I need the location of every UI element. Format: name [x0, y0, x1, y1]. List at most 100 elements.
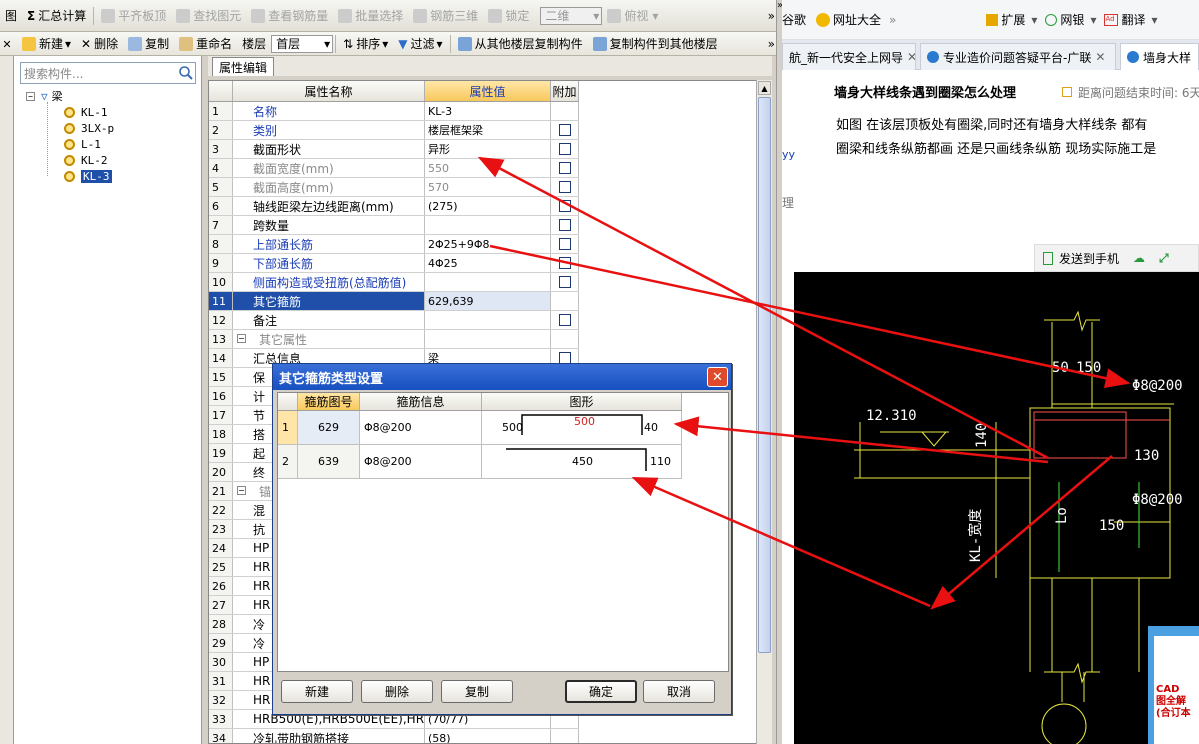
property-value-cell[interactable]: 异形	[425, 140, 551, 158]
view-angle-button[interactable]: 俯视 ▾	[602, 5, 663, 27]
copy-from-floor-button[interactable]: 从其他楼层复制构件	[453, 33, 588, 55]
ad-banner[interactable]: CAD 图全解 (合订本	[1148, 626, 1199, 744]
checkbox[interactable]	[558, 276, 571, 288]
expand-icon[interactable]: ⤢	[1159, 251, 1169, 266]
tree-item-kl1[interactable]: KL-1	[64, 104, 108, 120]
view-rebar-button[interactable]: 查看钢筋量	[246, 5, 333, 27]
stirrup-info-cell[interactable]: Φ8@200	[360, 445, 482, 478]
tab-qa-platform[interactable]: 专业造价问题答疑平台-广联 ✕	[920, 43, 1116, 70]
stirrup-code-cell[interactable]: 639	[298, 445, 360, 478]
stirrup-row-2[interactable]: 2 639 Φ8@200 450 110	[278, 445, 682, 479]
send-to-phone-button[interactable]: 发送到手机	[1059, 250, 1119, 267]
copy-button[interactable]: 复制	[123, 33, 174, 55]
stirrup-code-cell[interactable]: 629	[298, 411, 360, 444]
property-value-cell[interactable]: 550	[425, 159, 551, 177]
property-value-cell[interactable]: 4Φ25	[425, 254, 551, 272]
property-value-cell[interactable]	[425, 216, 551, 234]
property-value-cell[interactable]: 570	[425, 178, 551, 196]
property-row[interactable]: 34 冷轧带肋钢筋搭接 (58)	[209, 729, 579, 743]
dialog-delete-button[interactable]: 删除	[361, 680, 433, 703]
tree-item-kl2[interactable]: KL-2	[64, 152, 108, 168]
sort-button[interactable]: ⇅ 排序 ▾	[338, 33, 393, 55]
scroll-up-icon[interactable]: ▲	[758, 81, 771, 95]
property-row[interactable]: 5 截面高度(mm) 570	[209, 178, 579, 197]
bank-button[interactable]: 网银	[1060, 11, 1084, 28]
dialog-cancel-button[interactable]: 取消	[643, 680, 715, 703]
property-row[interactable]: 12 备注	[209, 311, 579, 330]
checkbox[interactable]	[558, 143, 571, 155]
tree-item-kl3[interactable]: KL-3	[64, 168, 112, 184]
property-value-cell[interactable]: (58)	[425, 729, 551, 743]
delete-button[interactable]: ✕ 删除	[76, 33, 123, 55]
stirrup-shape-cell[interactable]: 500 500 40	[482, 411, 682, 444]
property-value-cell[interactable]: (275)	[425, 197, 551, 215]
toolbar-item-graph[interactable]: 图	[0, 5, 22, 27]
batch-select-button[interactable]: 批量选择	[333, 5, 408, 27]
filter-button[interactable]: ▼ 过滤 ▾	[393, 33, 447, 55]
property-value-cell[interactable]	[425, 330, 551, 348]
sum-calc-button[interactable]: Σ 汇总计算	[22, 5, 91, 27]
property-row[interactable]: 6 轴线距梁左边线距离(mm) (275)	[209, 197, 579, 216]
tab-nav[interactable]: 航_新一代安全上网导✕	[782, 43, 916, 70]
dialog-copy-button[interactable]: 复制	[441, 680, 513, 703]
stirrup-row-1[interactable]: 1 629 Φ8@200 500 500 40	[278, 411, 682, 445]
scroll-thumb[interactable]	[758, 97, 771, 653]
property-row[interactable]: 1 名称 KL-3	[209, 102, 579, 121]
stirrup-info-cell[interactable]: Φ8@200	[360, 411, 482, 444]
extension-button[interactable]: 扩展	[1001, 11, 1025, 28]
checkbox[interactable]	[558, 257, 571, 269]
property-row[interactable]: 3 截面形状 异形	[209, 140, 579, 159]
property-row[interactable]: 8 上部通长筋 2Φ25+9Φ8	[209, 235, 579, 254]
checkbox[interactable]	[558, 162, 571, 174]
cloud-icon[interactable]: ☁	[1133, 251, 1145, 265]
tab-property-edit[interactable]: 属性编辑	[212, 57, 275, 76]
collapse-icon[interactable]: −	[237, 334, 246, 343]
property-value-cell[interactable]	[425, 273, 551, 291]
view-mode-select[interactable]: 二维 ▾	[540, 6, 603, 25]
chevron-icon[interactable]: »	[889, 13, 896, 27]
tree-root-beam[interactable]: − ▽ 梁	[26, 88, 63, 104]
tree-item-l1[interactable]: L-1	[64, 136, 101, 152]
dialog-close-button[interactable]: ✕	[707, 367, 728, 387]
checkbox[interactable]	[558, 181, 571, 193]
stirrup-shape-cell[interactable]: 450 110	[482, 445, 682, 478]
property-value-cell[interactable]: 楼层框架梁	[425, 121, 551, 139]
rename-button[interactable]: 重命名	[174, 33, 237, 55]
property-value-cell[interactable]: 629,639	[425, 292, 551, 310]
property-value-cell[interactable]: 2Φ25+9Φ8	[425, 235, 551, 253]
close-icon[interactable]: ✕	[1095, 50, 1105, 64]
checkbox[interactable]	[558, 219, 571, 231]
checkbox[interactable]	[558, 238, 571, 250]
bookmark-google[interactable]: 谷歌	[782, 11, 806, 28]
property-value-cell[interactable]	[425, 311, 551, 329]
floor-select[interactable]: 首层 ▾	[271, 34, 334, 53]
lock-button[interactable]: 锁定	[483, 5, 534, 27]
property-row[interactable]: 2 类别 楼层框架梁	[209, 121, 579, 140]
close-panel-icon[interactable]: ✕	[0, 32, 14, 56]
property-row[interactable]: 10 侧面构造或受扭筋(总配筋值)	[209, 273, 579, 292]
search-input[interactable]: 搜索构件...	[20, 62, 196, 84]
property-row[interactable]: 7 跨数量	[209, 216, 579, 235]
dialog-new-button[interactable]: 新建	[281, 680, 353, 703]
search-icon[interactable]	[178, 65, 194, 81]
property-scrollbar[interactable]: ▲	[756, 80, 772, 744]
collapse-icon[interactable]: −	[26, 91, 35, 101]
property-row[interactable]: 4 截面宽度(mm) 550	[209, 159, 579, 178]
tree-item-3lxp[interactable]: 3LX-p	[64, 120, 114, 136]
rebar-3d-button[interactable]: 钢筋三维	[408, 5, 483, 27]
property-row[interactable]: 13 其它属性 −	[209, 330, 579, 349]
collapse-icon[interactable]: −	[237, 486, 246, 495]
tab-wall-detail[interactable]: 墙身大样	[1120, 43, 1199, 70]
checkbox[interactable]	[558, 124, 571, 136]
property-row[interactable]: 11 其它箍筋 629,639	[209, 292, 579, 311]
property-value-cell[interactable]: KL-3	[425, 102, 551, 120]
checkbox[interactable]	[558, 200, 571, 212]
copy-to-floor-button[interactable]: 复制构件到其他楼层	[588, 33, 723, 55]
bookmark-nav[interactable]: 网址大全	[833, 11, 881, 28]
translate-button[interactable]: 翻译	[1121, 11, 1145, 28]
property-row[interactable]: 9 下部通长筋 4Φ25	[209, 254, 579, 273]
close-icon[interactable]: ✕	[907, 50, 915, 64]
checkbox[interactable]	[558, 314, 571, 326]
align-slab-top-button[interactable]: 平齐板顶	[96, 5, 171, 27]
find-element-button[interactable]: 查找图元	[171, 5, 246, 27]
